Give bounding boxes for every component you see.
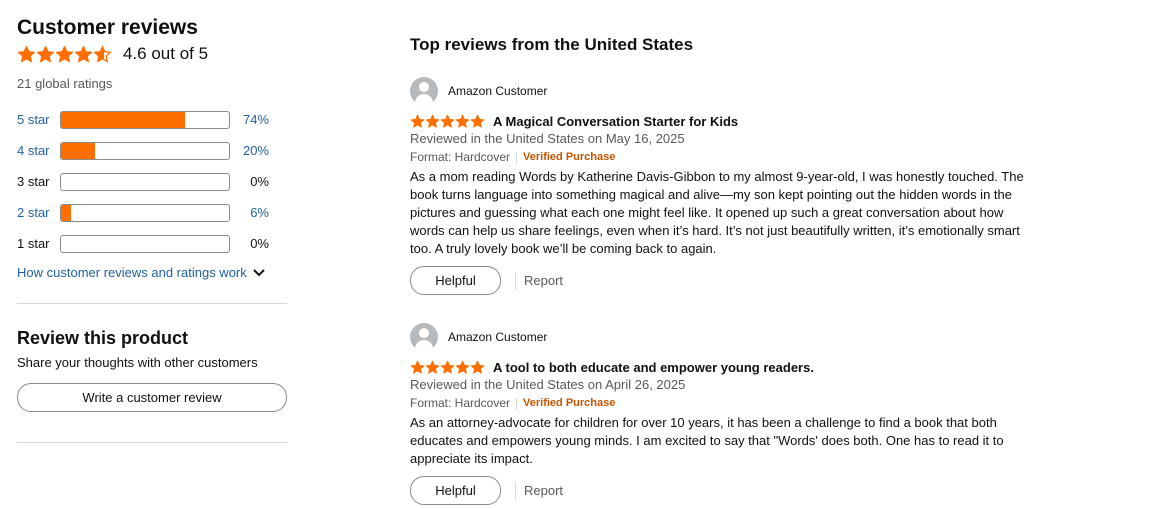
- report-link[interactable]: Report: [524, 273, 563, 288]
- review-format-row: Format: Hardcover Verified Purchase: [410, 394, 1050, 413]
- star-icon: [55, 45, 74, 62]
- histogram-star-label: 1 star: [17, 236, 50, 251]
- histogram-percent[interactable]: 6%: [230, 205, 269, 220]
- review-format: Format: Hardcover: [410, 396, 511, 410]
- customer-reviews-summary: Customer reviews 4.6 out of 5 21 global …: [17, 14, 289, 443]
- top-reviews-title: Top reviews from the United States: [410, 35, 694, 54]
- separator: [516, 151, 518, 164]
- star-icon: [470, 360, 485, 374]
- separator: [515, 481, 516, 500]
- review-stars-icon[interactable]: [410, 114, 485, 129]
- customer-reviews-title: Customer reviews: [17, 16, 198, 39]
- review-date: Reviewed in the United States on May 16,…: [410, 131, 685, 146]
- histogram-percent: 0%: [250, 174, 269, 189]
- rating-histogram: 5 star 74% 4 star 20% 3 star 0% 2 star 6% 1 star…: [17, 104, 289, 259]
- review-actions: Helpful Report: [410, 266, 1050, 295]
- report-link[interactable]: Report: [524, 483, 563, 498]
- reviewer-profile[interactable]: Amazon Customer: [410, 77, 1050, 105]
- review-body: As an attorney-advocate for children for…: [410, 415, 1004, 466]
- star-icon: [440, 114, 455, 128]
- divider: [17, 303, 287, 304]
- histogram-row: 3 star 0%: [17, 166, 289, 197]
- review-product-title: Review this product: [17, 328, 189, 348]
- how-reviews-work-link[interactable]: How customer reviews and ratings work: [17, 265, 289, 280]
- reviewer-name: Amazon Customer: [448, 330, 548, 344]
- chevron-down-icon: [253, 268, 265, 276]
- histogram-row[interactable]: 4 star 20%: [17, 135, 289, 166]
- histogram-star-label[interactable]: 2 star: [17, 205, 60, 220]
- histogram-star-label[interactable]: 4 star: [17, 143, 60, 158]
- histogram-row[interactable]: 2 star 6%: [17, 197, 289, 228]
- review-body: As a mom reading Words by Katherine Davi…: [410, 169, 1024, 256]
- star-icon: [74, 45, 93, 62]
- separator: [515, 271, 516, 290]
- global-ratings-count: 21 global ratings: [17, 76, 113, 91]
- reviewer-profile[interactable]: Amazon Customer: [410, 323, 1050, 351]
- histogram-row: 1 star 0%: [17, 228, 289, 259]
- review-format-row: Format: Hardcover Verified Purchase: [410, 148, 1050, 167]
- top-reviews-section: Top reviews from the United States Amazo…: [410, 34, 1050, 505]
- star-icon: [440, 360, 455, 374]
- histogram-bar-fill: [61, 142, 95, 159]
- average-rating-text: 4.6 out of 5: [123, 44, 209, 63]
- helpful-button[interactable]: Helpful: [410, 266, 501, 295]
- verified-purchase-badge: Verified Purchase: [523, 151, 616, 163]
- histogram-bar: [60, 234, 230, 253]
- review-item: Amazon Customer A tool to both educate a…: [410, 323, 1050, 505]
- avatar: [410, 323, 438, 351]
- write-review-button[interactable]: Write a customer review: [17, 383, 287, 412]
- histogram-bar: [60, 172, 230, 191]
- histogram-bar[interactable]: [60, 203, 230, 222]
- histogram-percent[interactable]: 20%: [230, 143, 269, 158]
- histogram-star-label[interactable]: 5 star: [17, 112, 60, 127]
- review-item: Amazon Customer A Magical Conversation S…: [410, 77, 1050, 295]
- average-rating-row[interactable]: 4.6 out of 5: [17, 42, 289, 66]
- star-icon: [425, 360, 440, 374]
- verified-purchase-badge: Verified Purchase: [523, 397, 616, 409]
- star-icon: [455, 360, 470, 374]
- histogram-percent[interactable]: 74%: [230, 112, 269, 127]
- star-icon: [93, 45, 112, 62]
- review-product-subtitle: Share your thoughts with other customers: [17, 355, 258, 370]
- review-format: Format: Hardcover: [410, 150, 511, 164]
- histogram-star-label: 3 star: [17, 174, 50, 189]
- histogram-row[interactable]: 5 star 74%: [17, 104, 289, 135]
- star-icon: [470, 114, 485, 128]
- star-icon: [17, 45, 36, 62]
- review-actions: Helpful Report: [410, 476, 1050, 505]
- histogram-bar[interactable]: [60, 141, 230, 160]
- helpful-button[interactable]: Helpful: [410, 476, 501, 505]
- star-icon: [455, 114, 470, 128]
- divider: [17, 442, 287, 443]
- how-reviews-work-label: How customer reviews and ratings work: [17, 265, 247, 280]
- reviewer-name: Amazon Customer: [448, 84, 548, 98]
- histogram-percent: 0%: [250, 236, 269, 251]
- review-date: Reviewed in the United States on April 2…: [410, 377, 686, 392]
- star-icon: [410, 114, 425, 128]
- review-stars-icon[interactable]: [410, 360, 485, 375]
- star-icon: [36, 45, 55, 62]
- review-title-link[interactable]: A tool to both educate and empower young…: [493, 360, 814, 375]
- histogram-bar-fill: [61, 204, 72, 221]
- histogram-bar-fill: [61, 111, 186, 128]
- review-title-link[interactable]: A Magical Conversation Starter for Kids: [493, 114, 738, 129]
- separator: [516, 397, 518, 410]
- star-icon: [425, 114, 440, 128]
- histogram-bar[interactable]: [60, 110, 230, 129]
- average-stars-icon: [17, 45, 112, 64]
- star-icon: [410, 360, 425, 374]
- avatar: [410, 77, 438, 105]
